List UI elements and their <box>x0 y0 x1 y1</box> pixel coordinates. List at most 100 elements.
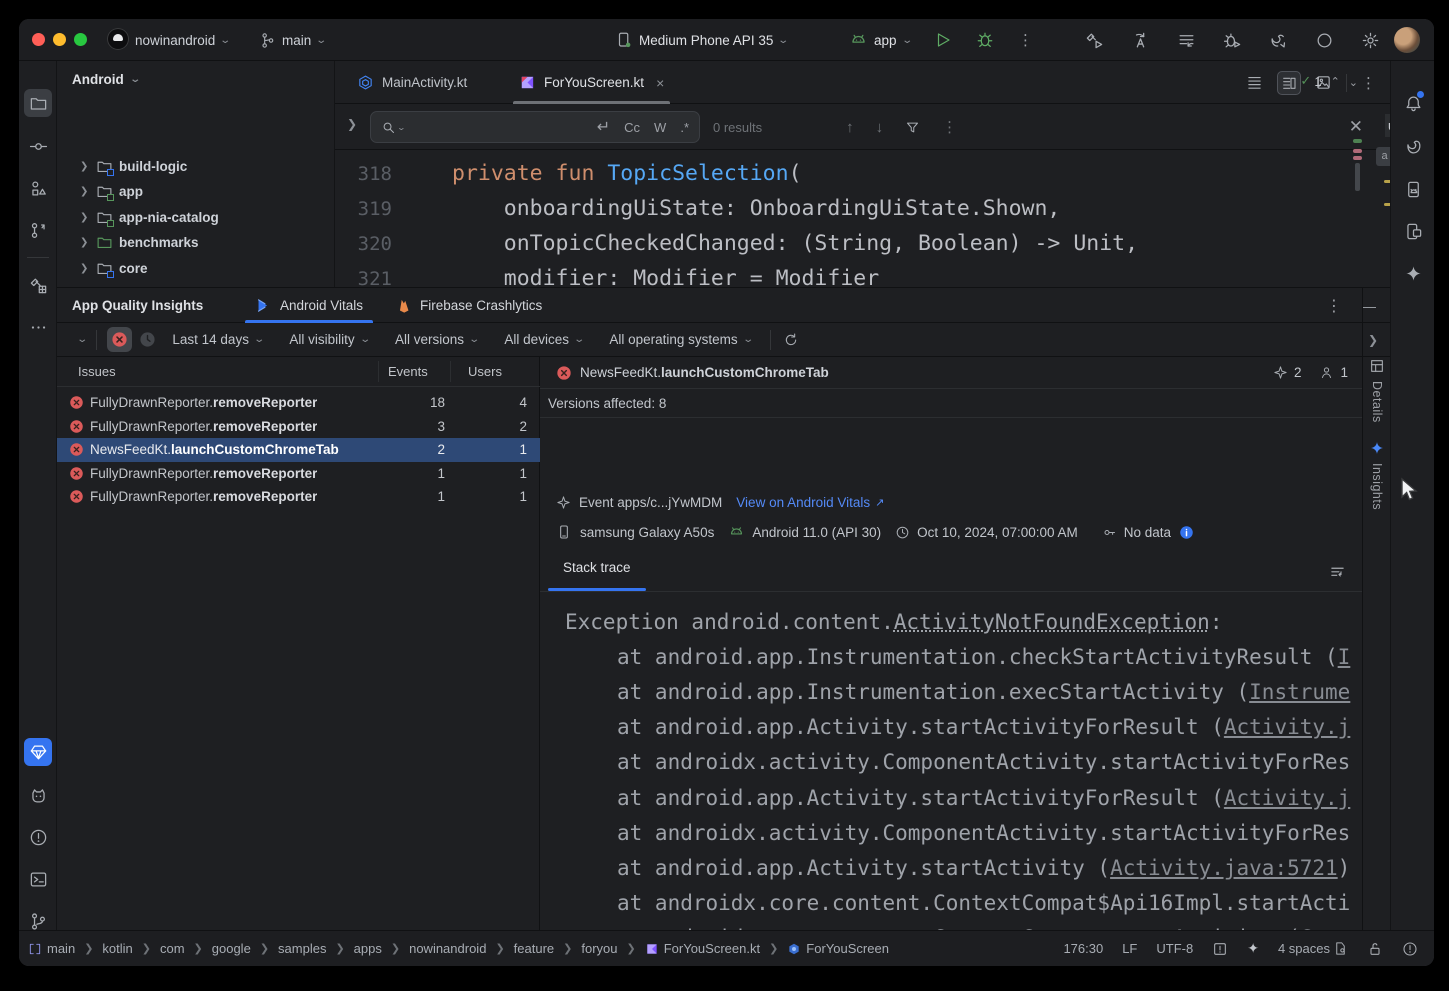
fatal-filter-toggle[interactable] <box>107 327 132 352</box>
file-encoding[interactable]: UTF-8 <box>1156 941 1193 956</box>
tool-window-button-logcat[interactable] <box>24 781 52 809</box>
column-issues[interactable]: Issues <box>78 364 116 379</box>
zoom-window-button[interactable] <box>74 33 87 46</box>
filter-dropdown-last-14-days[interactable]: Last 14 days⌄ <box>172 332 263 347</box>
trace-source-link[interactable]: Instrume <box>1249 680 1350 704</box>
device-selector[interactable]: Medium Phone API 35 ⌄ <box>615 19 788 61</box>
search-everywhere-button[interactable] <box>1315 31 1334 50</box>
soft-wrap-icon[interactable] <box>1329 564 1346 581</box>
tool-window-button-app-quality-insights[interactable] <box>24 738 52 766</box>
readonly-indicator-icon[interactable] <box>1212 941 1228 957</box>
editor-tab-MainActivity.kt[interactable]: MainActivity.kt <box>345 61 479 104</box>
breadcrumb-item-google[interactable]: google <box>212 941 251 956</box>
settings-button[interactable] <box>1361 31 1380 50</box>
gradle-sync-button[interactable] <box>1269 31 1288 50</box>
tool-window-button-project[interactable] <box>24 89 52 117</box>
issue-row-FullyDrawnReporter.removeReporter[interactable]: FullyDrawnReporter.removeReporter 18 4 <box>57 391 540 415</box>
previous-occurrence-button[interactable]: ↑ <box>846 119 854 136</box>
breadcrumb-item-samples[interactable]: samples <box>278 941 326 956</box>
newline-icon[interactable]: ↵ <box>597 117 610 137</box>
tool-window-button-notifications[interactable] <box>1399 89 1427 117</box>
tool-window-button-terminal[interactable] <box>24 865 52 893</box>
more-actions-button[interactable]: ⋮ <box>1018 31 1034 49</box>
search-more-options-button[interactable]: ⋮ <box>942 118 957 136</box>
close-window-button[interactable] <box>32 33 45 46</box>
next-occurrence-button[interactable]: ↓ <box>876 119 884 136</box>
indent-setting[interactable]: 4 spaces <box>1278 941 1330 956</box>
chevron-right-icon[interactable]: ❯ <box>80 212 90 223</box>
build-run-button[interactable] <box>1085 31 1104 50</box>
panel-options-button[interactable]: ⋮ <box>1326 296 1342 316</box>
match-case-toggle[interactable]: Cc <box>624 120 640 135</box>
breadcrumb-item-apps[interactable]: apps <box>354 941 382 956</box>
tool-window-button-problems[interactable] <box>24 823 52 851</box>
tool-window-button-pull-requests[interactable] <box>24 216 52 244</box>
minimize-window-button[interactable] <box>53 33 66 46</box>
expand-search-icon[interactable]: ❯ <box>347 117 357 131</box>
column-users[interactable]: Users <box>468 364 502 379</box>
split-editor-icon[interactable] <box>1277 71 1301 95</box>
issue-row-NewsFeedKt.launchCustomChromeTab[interactable]: NewsFeedKt.launchCustomChromeTab 2 1 <box>57 438 540 462</box>
issue-row-FullyDrawnReporter.removeReporter[interactable]: FullyDrawnReporter.removeReporter 1 1 <box>57 462 540 486</box>
column-events[interactable]: Events <box>388 364 428 379</box>
rerun-ai-button[interactable] <box>1131 31 1150 50</box>
tree-item-benchmarks[interactable]: ❯benchmarks <box>80 230 199 256</box>
whole-words-toggle[interactable]: W <box>654 120 666 135</box>
tool-window-button-device-manager[interactable] <box>1399 175 1427 203</box>
trace-source-link[interactable]: Activity.j <box>1224 715 1350 739</box>
tree-item-build-logic[interactable]: ❯build-logic <box>80 153 187 179</box>
debug-button[interactable] <box>976 31 994 49</box>
prev-problem-icon[interactable]: ⌃ <box>1331 75 1340 88</box>
notifications-status-icon[interactable] <box>1402 941 1418 957</box>
tree-item-app[interactable]: ❯app <box>80 179 143 205</box>
breadcrumb-item-com[interactable]: com <box>160 941 185 956</box>
trace-source-link[interactable]: ActivityNotFoundException <box>894 610 1210 634</box>
run-button[interactable] <box>934 31 952 49</box>
tree-item-app-nia-catalog[interactable]: ❯app-nia-catalog <box>80 204 219 230</box>
inspections-widget[interactable]: ✓ 1 ⌃ ⌃ <box>1300 73 1358 89</box>
breadcrumb-item-foryou[interactable]: foryou <box>581 941 617 956</box>
issue-row-FullyDrawnReporter.removeReporter[interactable]: FullyDrawnReporter.removeReporter 1 1 <box>57 485 540 509</box>
trace-source-link[interactable]: Activity.java:5721 <box>1110 856 1338 880</box>
breadcrumb-item-ForYouScreen.kt[interactable]: ForYouScreen.kt <box>645 941 760 956</box>
trace-source-link[interactable]: Activity.j <box>1224 786 1350 810</box>
attach-debugger-button[interactable] <box>1223 31 1242 50</box>
tool-window-button-running-devices[interactable] <box>1399 217 1427 245</box>
run-configuration-selector[interactable]: app ⌄ <box>849 19 911 61</box>
filter-search-icon[interactable] <box>905 120 920 135</box>
side-tab-insights[interactable]: Insights <box>1363 440 1391 510</box>
profiler-button[interactable] <box>1177 31 1196 50</box>
project-selector[interactable]: nowinandroid ⌄ <box>107 19 230 61</box>
line-separator[interactable]: LF <box>1122 941 1137 956</box>
close-tab-icon[interactable]: × <box>656 75 664 91</box>
refresh-icon[interactable] <box>783 332 799 348</box>
anr-filter-toggle[interactable] <box>135 327 160 352</box>
next-problem-icon[interactable]: ⌃ <box>1349 75 1358 88</box>
editor-tab-ForYouScreen.kt[interactable]: ForYouScreen.kt× <box>507 61 676 104</box>
caret-position[interactable]: 176:30 <box>1063 941 1103 956</box>
code-editor[interactable]: 318private fun TopicSelection(319 onboar… <box>335 150 1390 287</box>
tree-item-core[interactable]: ❯core <box>80 255 148 281</box>
editor-scrollbar[interactable] <box>1355 163 1360 191</box>
filter-dropdown-all-versions[interactable]: All versions⌄ <box>395 332 478 347</box>
chevron-right-icon[interactable]: ❯ <box>80 161 90 172</box>
filter-dropdown-all-devices[interactable]: All devices⌄ <box>504 332 583 347</box>
tool-window-button-gradle[interactable] <box>1399 132 1427 160</box>
issue-row-FullyDrawnReporter.removeReporter[interactable]: FullyDrawnReporter.removeReporter 3 2 <box>57 415 540 439</box>
tool-window-button-gemini[interactable] <box>1399 259 1427 287</box>
user-avatar[interactable] <box>1394 27 1420 53</box>
breadcrumb-item-main[interactable]: main <box>28 941 75 956</box>
side-tab-details[interactable]: Details <box>1363 358 1391 423</box>
filter-dropdown-all-visibility[interactable]: All visibility⌄ <box>289 332 369 347</box>
chevron-right-icon[interactable]: ❯ <box>80 237 90 248</box>
tool-window-button-resource-manager[interactable] <box>24 174 52 202</box>
breadcrumb-item-feature[interactable]: feature <box>514 941 554 956</box>
stack-trace-tab[interactable]: Stack trace <box>563 560 631 575</box>
breadcrumb-item-ForYouScreen[interactable]: ForYouScreen <box>787 941 889 956</box>
lock-icon[interactable] <box>1367 941 1383 957</box>
breadcrumb-item-nowinandroid[interactable]: nowinandroid <box>409 941 486 956</box>
search-input[interactable]: ⌄ ↵ Cc W .* <box>370 111 700 143</box>
view-on-android-vitals-link[interactable]: View on Android Vitals <box>736 495 870 510</box>
tool-window-button-commit[interactable] <box>24 132 52 160</box>
chevron-right-icon[interactable]: ❯ <box>80 263 90 274</box>
